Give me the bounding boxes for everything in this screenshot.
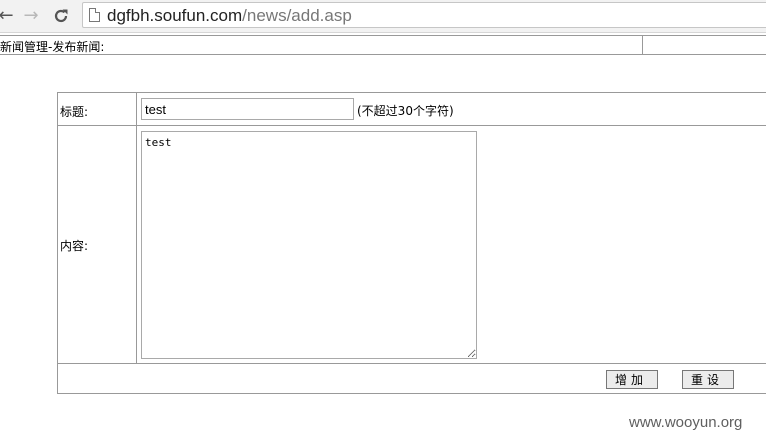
page-title: 新闻管理-发布新闻: <box>0 40 105 54</box>
row-divider <box>58 363 766 364</box>
row-divider <box>58 125 766 126</box>
add-button[interactable]: 增加 <box>606 370 658 389</box>
title-input[interactable] <box>141 98 354 120</box>
url-host: dgfbh.soufun.com <box>107 6 243 25</box>
url-text[interactable]: dgfbh.soufun.com/news/add.asp <box>107 6 352 26</box>
content-label: 内容: <box>60 239 89 253</box>
title-label: 标题: <box>60 105 89 119</box>
back-arrow-icon[interactable]: ← <box>0 6 16 26</box>
reset-button[interactable]: 重设 <box>682 370 734 389</box>
reload-icon[interactable] <box>51 6 71 26</box>
forward-arrow-icon[interactable]: → <box>21 6 41 26</box>
page-icon <box>89 8 100 22</box>
header-divider <box>642 36 643 54</box>
column-divider <box>136 93 137 363</box>
content-textarea[interactable]: test <box>141 131 477 359</box>
title-hint: (不超过30个字符) <box>357 104 454 118</box>
address-bar[interactable]: dgfbh.soufun.com/news/add.asp <box>82 2 766 28</box>
url-path: /news/add.asp <box>242 6 352 25</box>
watermark-text: www.wooyun.org <box>629 414 743 431</box>
page-header-bar: 新闻管理-发布新闻: <box>0 35 766 55</box>
browser-toolbar: ← → dgfbh.soufun.com/news/add.asp <box>0 0 766 33</box>
news-form-table: 标题: (不超过30个字符) 内容: test 增加 重设 <box>57 92 766 394</box>
